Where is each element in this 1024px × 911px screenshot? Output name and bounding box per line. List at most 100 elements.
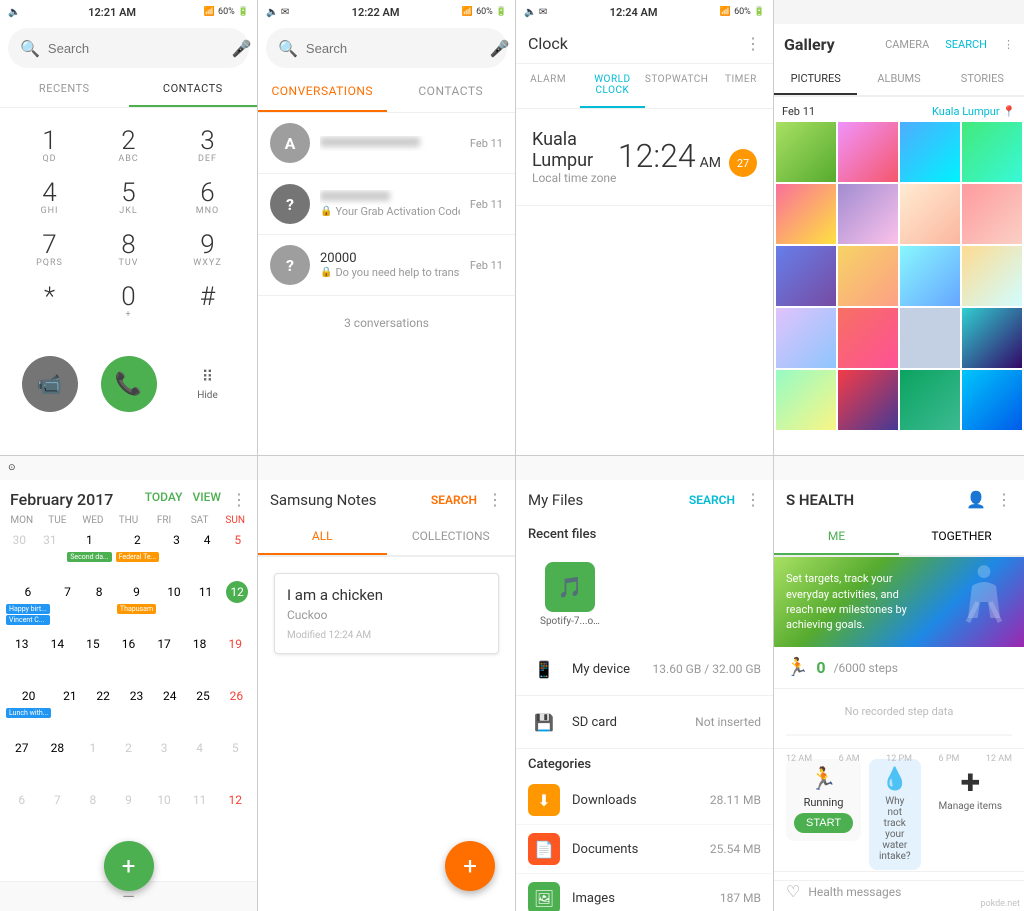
gallery-thumb[interactable]	[900, 184, 960, 244]
gallery-thumb[interactable]	[962, 122, 1022, 182]
cal-day[interactable]: 15	[75, 630, 111, 682]
calendar-view-button[interactable]: VIEW	[193, 490, 222, 509]
cal-day[interactable]: 23	[120, 682, 153, 734]
cal-day[interactable]: 17	[146, 630, 182, 682]
cal-day[interactable]: 5	[222, 526, 253, 578]
cal-day[interactable]: 8	[75, 786, 111, 838]
cal-day[interactable]: 2	[111, 734, 147, 786]
messages-search-bar[interactable]: 🔍 🎤 ⋮	[266, 28, 507, 68]
tab-conversations[interactable]: CONVERSATIONS	[258, 72, 387, 112]
notes-search-button[interactable]: SEARCH	[431, 493, 477, 507]
health-add-person-icon[interactable]: 👤	[966, 490, 986, 509]
cal-day[interactable]: 19	[217, 630, 253, 682]
recent-file-item[interactable]: 🎵 Spotify-7...od.apk	[528, 554, 612, 635]
tab-alarm[interactable]: ALARM	[516, 64, 580, 108]
files-search-button[interactable]: SEARCH	[689, 493, 735, 507]
tab-recents[interactable]: RECENTS	[0, 72, 129, 107]
notes-more-icon[interactable]: ⋮	[487, 490, 503, 509]
cal-day[interactable]: 21	[53, 682, 86, 734]
storage-my-device[interactable]: 📱 My device 13.60 GB / 32.00 GB	[516, 643, 773, 696]
phone-search-bar[interactable]: 🔍 🎤 ⋮	[8, 28, 249, 68]
gallery-thumb[interactable]	[838, 370, 898, 430]
dial-9[interactable]: 9 WXYZ	[176, 232, 240, 268]
cal-day[interactable]: 3	[161, 526, 192, 578]
cal-day[interactable]: 11	[182, 786, 218, 838]
cal-day[interactable]: 13	[4, 630, 40, 682]
start-activity-button[interactable]: START	[794, 813, 853, 833]
cal-day[interactable]: 30	[4, 526, 35, 578]
dial-4[interactable]: 4 GHI	[18, 180, 82, 216]
cal-day[interactable]: 25	[186, 682, 219, 734]
gallery-thumb[interactable]	[900, 370, 960, 430]
cal-day[interactable]: 3	[146, 734, 182, 786]
cal-day[interactable]: 9	[111, 786, 147, 838]
dial-1[interactable]: 1 QD	[18, 128, 82, 164]
cal-day[interactable]: 9 Thapusam	[115, 578, 158, 630]
dial-hash[interactable]: #	[176, 284, 240, 320]
tab-contacts-messages[interactable]: CONTACTS	[387, 72, 516, 112]
category-documents[interactable]: 📄 Documents 25.54 MB	[516, 825, 773, 874]
cal-day[interactable]: 7	[40, 786, 76, 838]
tab-contacts[interactable]: CONTACTS	[129, 72, 258, 107]
gallery-thumb[interactable]	[838, 122, 898, 182]
dial-6[interactable]: 6 MNO	[176, 180, 240, 216]
list-item[interactable]: ? 🔒 Your Grab Activation Code (GAC) is *…	[258, 174, 515, 235]
cal-day[interactable]: 14	[40, 630, 76, 682]
tab-collections[interactable]: COLLECTIONS	[387, 519, 516, 555]
cal-day[interactable]: 4	[192, 526, 223, 578]
cal-day[interactable]: 1	[75, 734, 111, 786]
add-note-button[interactable]: +	[445, 841, 495, 891]
dial-star[interactable]: *	[18, 284, 82, 320]
gallery-camera-tab[interactable]: CAMERA	[885, 38, 929, 51]
cal-day[interactable]: 10	[158, 578, 190, 630]
call-button[interactable]: 📞	[101, 356, 157, 412]
cal-day[interactable]: 4	[182, 734, 218, 786]
calendar-today-button[interactable]: TODAY	[145, 490, 183, 509]
note-card[interactable]: I am a chicken Cuckoo Modified 12:24 AM	[274, 573, 499, 654]
hide-button[interactable]: ⠿ Hide	[180, 356, 236, 412]
gallery-thumb[interactable]	[962, 246, 1022, 306]
gallery-thumb[interactable]	[838, 246, 898, 306]
tab-timer[interactable]: TIMER	[709, 64, 773, 108]
dial-7[interactable]: 7 PQRS	[18, 232, 82, 268]
cal-day[interactable]: 7	[52, 578, 84, 630]
gallery-thumb[interactable]	[776, 308, 836, 368]
list-item[interactable]: A Feb 11	[258, 113, 515, 174]
cal-day[interactable]: 24	[153, 682, 186, 734]
mic-icon[interactable]: 🎤	[490, 39, 510, 58]
gallery-thumb[interactable]	[900, 246, 960, 306]
health-more-icon[interactable]: ⋮	[996, 490, 1012, 509]
gallery-thumb[interactable]	[776, 184, 836, 244]
calendar-more-icon[interactable]: ⋮	[231, 490, 247, 509]
tab-stories[interactable]: STORIES	[941, 64, 1024, 95]
cal-day[interactable]: 28	[40, 734, 76, 786]
cal-day[interactable]: 10	[146, 786, 182, 838]
cal-day[interactable]: 2 Federal Te...	[114, 526, 162, 578]
gallery-thumb[interactable]	[900, 308, 960, 368]
cal-day-today[interactable]: 12	[221, 578, 253, 630]
cal-day[interactable]: 12	[217, 786, 253, 838]
cal-day[interactable]: 20 Lunch with...	[4, 682, 53, 734]
cal-day[interactable]: 18	[182, 630, 218, 682]
gallery-thumb[interactable]	[776, 122, 836, 182]
clock-more-icon[interactable]: ⋮	[745, 34, 761, 53]
cal-day[interactable]: 11	[190, 578, 222, 630]
phone-search-input[interactable]	[48, 41, 224, 56]
storage-sd-card[interactable]: 💾 SD card Not inserted	[516, 696, 773, 749]
gallery-thumb[interactable]	[900, 122, 960, 182]
cal-day[interactable]: 26	[220, 682, 253, 734]
messages-search-input[interactable]	[306, 41, 482, 56]
gallery-more-icon[interactable]: ⋮	[1003, 38, 1014, 51]
gallery-thumb[interactable]	[962, 370, 1022, 430]
tab-stopwatch[interactable]: STOPWATCH	[645, 64, 709, 108]
dial-3[interactable]: 3 DEF	[176, 128, 240, 164]
tab-all-notes[interactable]: ALL	[258, 519, 387, 555]
cal-day[interactable]: 31	[35, 526, 66, 578]
cal-day[interactable]: 22	[87, 682, 120, 734]
cal-day[interactable]: 1 Second da...	[65, 526, 113, 578]
gallery-thumb[interactable]	[838, 308, 898, 368]
water-intake-card[interactable]: 💧 Why not track your water intake?	[869, 759, 920, 870]
cal-day[interactable]: 16	[111, 630, 147, 682]
dial-2[interactable]: 2 ABC	[97, 128, 161, 164]
tab-me[interactable]: ME	[774, 519, 899, 555]
